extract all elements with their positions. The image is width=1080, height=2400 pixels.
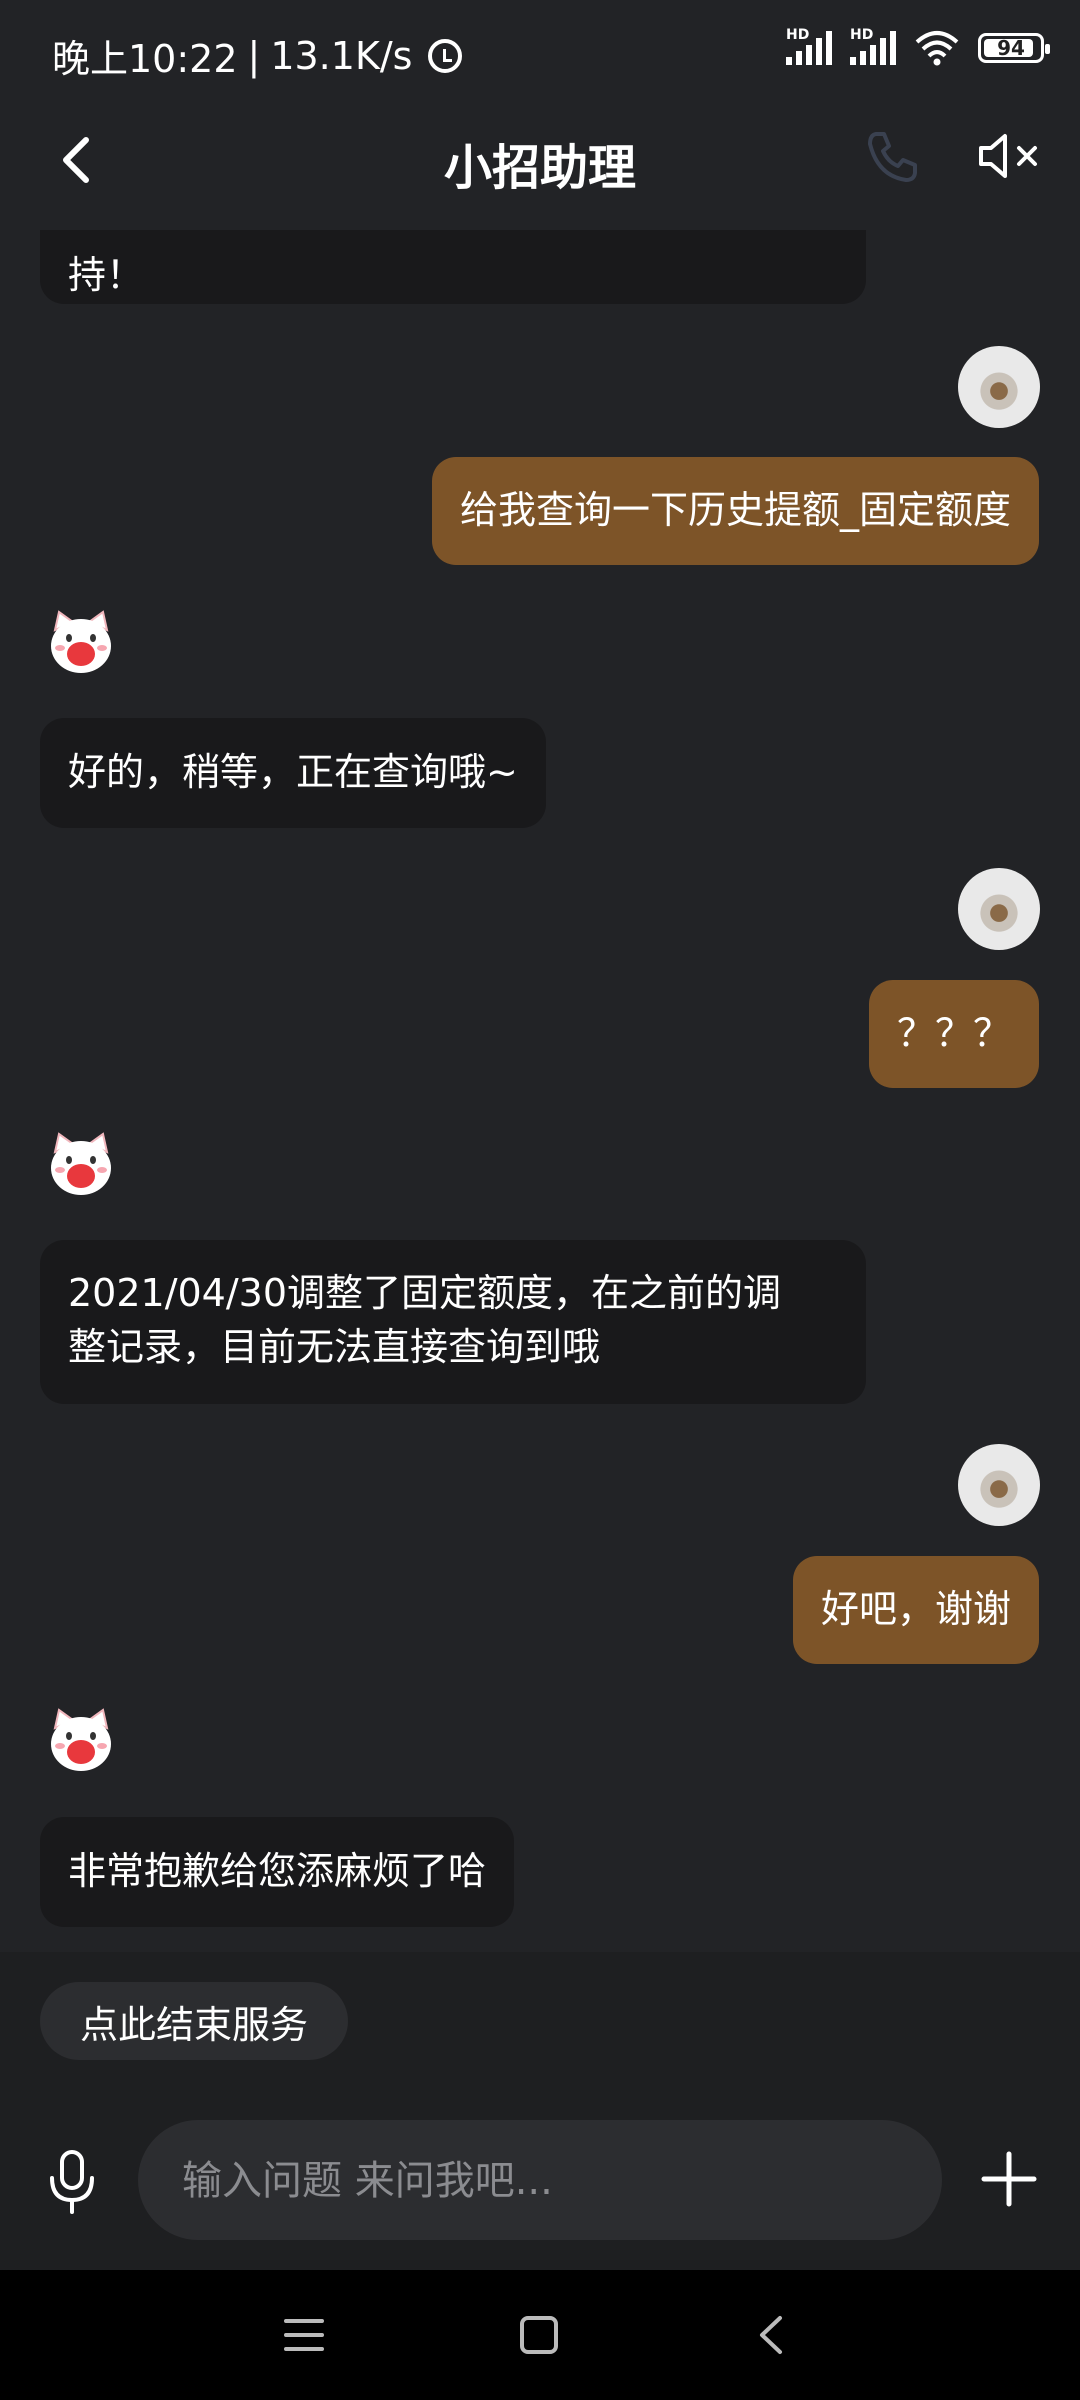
wifi-icon: [915, 31, 959, 66]
status-net-speed: 13.1K/s: [270, 33, 413, 78]
bot-message: 持！: [40, 230, 866, 304]
signal-icon-2: HD: [850, 27, 896, 65]
chat-header: 小招助理: [0, 100, 1080, 230]
message-text: 好的，稍等，正在查询哦~: [68, 750, 518, 794]
message-text-line-2: 整记录，目前无法直接查询到哦: [68, 1325, 601, 1369]
user-message: 给我查询一下历史提额_固定额度: [431, 457, 1039, 565]
user-message: ？？？: [868, 980, 1039, 1088]
message-text: 好吧，谢谢: [820, 1587, 1011, 1631]
message-text: 持！: [68, 253, 145, 297]
message-text-line-1: 2021/04/30调整了固定额度，在之前的调: [68, 1271, 782, 1315]
end-service-button[interactable]: 点此结束服务: [40, 1982, 349, 2060]
bot-message: 非常抱歉给您添麻烦了哈: [40, 1817, 515, 1927]
bot-avatar[interactable]: [45, 1128, 117, 1200]
bot-avatar[interactable]: [45, 606, 117, 678]
status-left: 晚上10:22 | 13.1K/s: [52, 28, 463, 83]
menu-icon[interactable]: [280, 2312, 328, 2358]
signal-hd-label: HD: [786, 27, 810, 43]
speaker-muted-icon[interactable]: [975, 126, 1045, 186]
system-navigation-bar: [0, 2270, 1080, 2400]
alarm-icon: [428, 38, 463, 73]
user-avatar[interactable]: [958, 346, 1040, 428]
status-time: 晚上10:22: [52, 37, 238, 81]
signal-hd-label-2: HD: [850, 27, 874, 43]
microphone-icon[interactable]: [42, 2148, 102, 2218]
message-text: ？？？: [896, 1011, 1011, 1055]
status-separator: |: [247, 33, 261, 78]
question-input-container[interactable]: [138, 2120, 942, 2242]
message-text: 非常抱歉给您添麻烦了哈: [68, 1849, 487, 1893]
nav-back-icon[interactable]: [748, 2310, 798, 2360]
signal-icon: HD: [786, 27, 832, 65]
bot-message: 好的，稍等，正在查询哦~: [40, 718, 546, 828]
phone-icon[interactable]: [862, 126, 922, 186]
chat-messages[interactable]: 持！ 给我查询一下历史提额_固定额度 好的，稍等，正在查询哦~ ？？？ 2021…: [0, 230, 1080, 1952]
user-avatar[interactable]: [958, 868, 1040, 950]
battery-level: 94: [997, 36, 1025, 60]
user-avatar[interactable]: [958, 1444, 1040, 1526]
status-right: HD HD 94: [786, 27, 1050, 66]
bot-avatar[interactable]: [45, 1704, 117, 1776]
plus-icon[interactable]: [978, 2148, 1040, 2210]
status-bar: 晚上10:22 | 13.1K/s HD HD 94: [0, 0, 1080, 100]
bot-message: 2021/04/30调整了固定额度，在之前的调 整记录，目前无法直接查询到哦: [40, 1240, 866, 1404]
input-area: 点此结束服务: [0, 1952, 1080, 2270]
home-icon[interactable]: [514, 2310, 564, 2360]
battery-icon: 94: [978, 33, 1050, 63]
user-message: 好吧，谢谢: [792, 1556, 1039, 1664]
message-text: 给我查询一下历史提额_固定额度: [459, 488, 1011, 532]
question-input[interactable]: [180, 2120, 904, 2242]
